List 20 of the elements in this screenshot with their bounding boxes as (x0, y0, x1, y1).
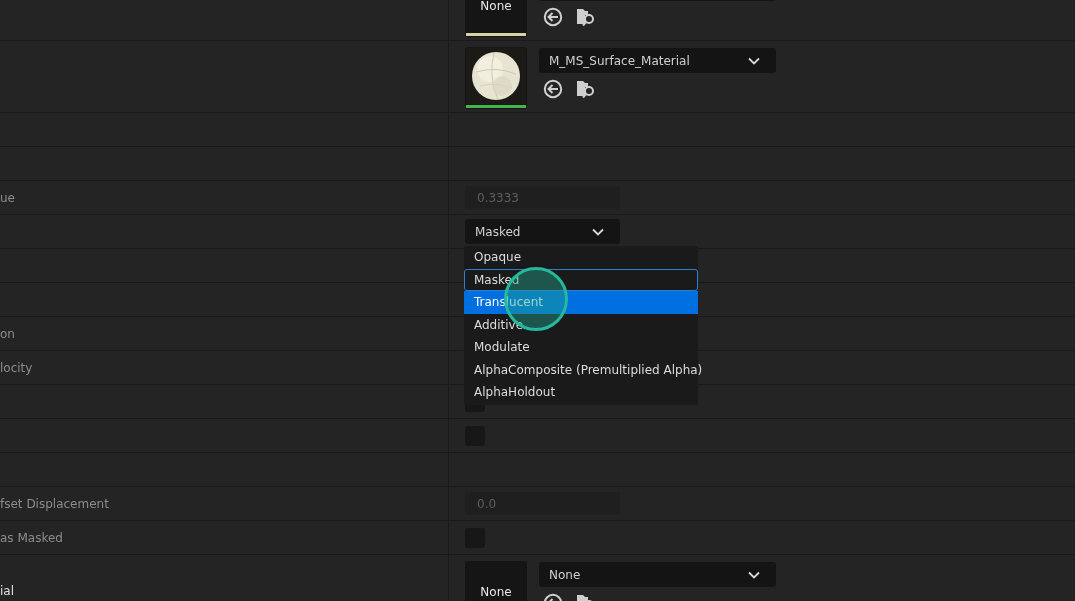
property-label: ial (0, 583, 15, 598)
chevron-down-icon (748, 570, 760, 579)
asset-thumbnail[interactable]: None (465, 0, 527, 37)
asset-dropdown[interactable]: None (539, 562, 776, 587)
menu-item[interactable]: AlphaHoldout (464, 381, 698, 404)
property-label: as Masked (0, 530, 63, 545)
asset-dropdown[interactable]: M_MS_Surface_Material (539, 48, 776, 73)
property-label: locity (0, 360, 33, 375)
menu-item[interactable]: Modulate (464, 336, 698, 359)
asset-thumbnail[interactable]: None (465, 561, 527, 601)
menu-item[interactable]: Opaque (464, 246, 698, 269)
property-label: ue (0, 190, 15, 205)
chevron-down-icon (592, 227, 604, 236)
chevron-down-icon (748, 56, 760, 65)
property-label: fset Displacement (0, 496, 109, 511)
blend-mode-dropdown[interactable]: Masked (465, 219, 620, 244)
folder-search-icon[interactable] (576, 79, 596, 99)
folder-search-icon[interactable] (576, 7, 596, 27)
property-label: on (0, 326, 15, 341)
asset-thumbnail[interactable] (465, 47, 527, 109)
